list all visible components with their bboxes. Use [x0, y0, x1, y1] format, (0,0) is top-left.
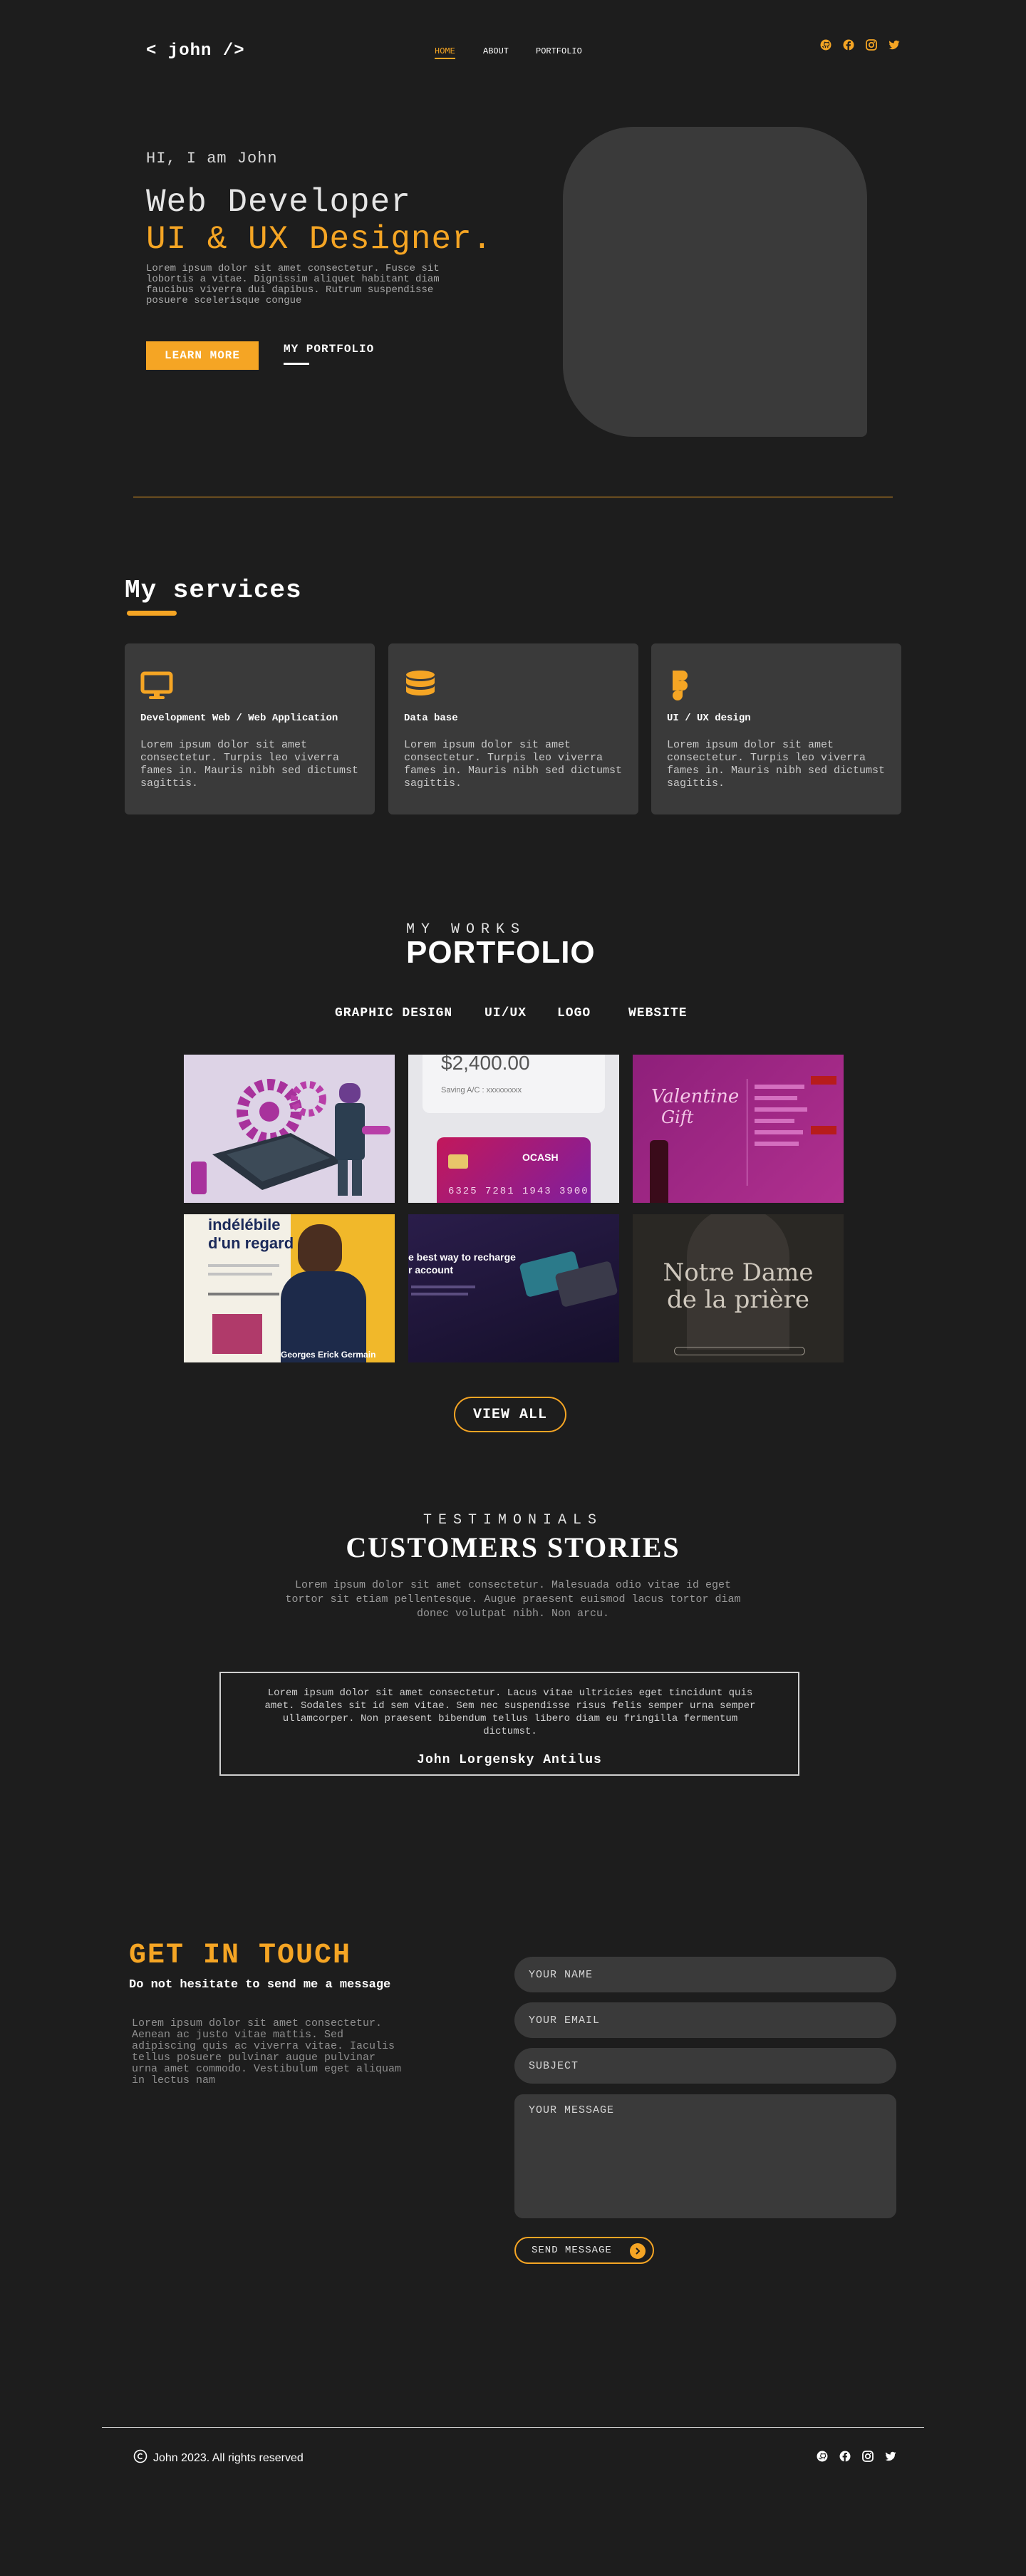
- service-card: Data base Lorem ipsum dolor sit amet con…: [388, 643, 638, 814]
- gift-title: Gift: [661, 1107, 694, 1127]
- testimonial-author: John Lorgensky Antilus: [417, 1753, 602, 1767]
- text-line: [411, 1286, 475, 1288]
- tab-ui-ux[interactable]: UI/UX: [484, 1006, 527, 1020]
- footer-copyright: John 2023. All rights reserved: [133, 2449, 304, 2467]
- card-chip: [448, 1154, 468, 1169]
- book-mini-cover: [212, 1314, 262, 1354]
- hero-image-placeholder: [563, 127, 867, 437]
- github-icon[interactable]: [819, 38, 832, 51]
- testimonial-quote: Lorem ipsum dolor sit amet consectetur. …: [264, 1687, 756, 1737]
- poster-caption-pill: [674, 1347, 805, 1355]
- service-card: UI / UX design Lorem ipsum dolor sit ame…: [651, 643, 901, 814]
- tab-graphic-design[interactable]: GRAPHIC DESIGN: [335, 1006, 452, 1020]
- learn-more-button[interactable]: LEARN MORE: [146, 341, 259, 370]
- hero-greeting: HI, I am John: [146, 150, 278, 167]
- send-message-button[interactable]: SEND MESSAGE: [514, 2237, 654, 2264]
- portfolio-item[interactable]: e best way to recharge r account: [408, 1214, 619, 1362]
- copyright-text: John 2023. All rights reserved: [153, 2451, 304, 2464]
- valentine-title: Valentine: [651, 1086, 740, 1107]
- service-title: Development Web / Web Application: [140, 713, 338, 724]
- services-title: My services: [125, 576, 302, 605]
- contact-subtitle: Do not hesitate to send me a message: [129, 1978, 391, 1992]
- service-card: Development Web / Web Application Lorem …: [125, 643, 375, 814]
- testimonials-subtitle: TESTIMONIALS: [423, 1512, 603, 1528]
- book-title-line1: indélébile: [208, 1216, 281, 1233]
- testimonial-card: Lorem ipsum dolor sit amet consectetur. …: [219, 1672, 799, 1776]
- hero-description: Lorem ipsum dolor sit amet consectetur. …: [146, 263, 440, 306]
- testimonials-intro: Lorem ipsum dolor sit amet consectetur. …: [285, 1579, 741, 1620]
- hero-role-secondary: UI & UX Designer.: [146, 221, 493, 258]
- text-line: [208, 1273, 272, 1276]
- service-text: Lorem ipsum dolor sit amet consectetur. …: [667, 739, 886, 790]
- copyright-icon: [133, 2449, 147, 2467]
- view-all-button[interactable]: VIEW ALL: [454, 1397, 566, 1432]
- subject-field[interactable]: [514, 2048, 896, 2084]
- hero-role-primary: Web Developer: [146, 184, 411, 221]
- ribbon: [811, 1126, 836, 1134]
- portfolio-title: PORTFOLIO: [406, 935, 596, 970]
- github-icon[interactable]: [816, 2450, 829, 2463]
- instagram-icon[interactable]: [861, 2450, 874, 2463]
- account-label: Saving A/C : xxxxxxxxx: [441, 1086, 522, 1095]
- facebook-icon[interactable]: [839, 2450, 851, 2463]
- footer-socials: [816, 2450, 897, 2463]
- my-portfolio-link[interactable]: MY PORTFOLIO: [284, 343, 374, 356]
- portfolio-item[interactable]: Notre Dame de la prière: [633, 1214, 844, 1362]
- service-text: Lorem ipsum dolor sit amet consectetur. …: [140, 739, 359, 790]
- send-button-label: SEND MESSAGE: [532, 2245, 612, 2256]
- contact-description: Lorem ipsum dolor sit amet consectetur. …: [132, 2017, 402, 2086]
- recharge-heading-line1: e best way to recharge: [408, 1251, 516, 1263]
- author-name: Georges Erick Germain: [281, 1350, 376, 1360]
- nav-portfolio-link[interactable]: PORTFOLIO: [536, 46, 582, 56]
- book-title-line2: d'un regard: [208, 1234, 294, 1252]
- footer-divider: [102, 2427, 924, 2428]
- monitor-icon: [140, 669, 173, 702]
- nav-about-link[interactable]: ABOUT: [483, 46, 509, 56]
- email-field[interactable]: [514, 2002, 896, 2038]
- service-title: Data base: [404, 713, 458, 724]
- poster-title-line1: Notre Dame: [663, 1258, 814, 1287]
- gears-illustration: [184, 1055, 395, 1203]
- portrait-suit: [281, 1271, 366, 1362]
- balance-amount: $2,400.00: [441, 1055, 530, 1074]
- text-line: [208, 1293, 279, 1295]
- recharge-heading-line2: r account: [408, 1264, 454, 1276]
- header-socials: [819, 38, 901, 51]
- nav-home-link[interactable]: HOME: [435, 46, 455, 59]
- portrait-head: [298, 1224, 342, 1274]
- text-line: [411, 1293, 468, 1295]
- contact-title: GET IN TOUCH: [129, 1940, 352, 1972]
- poster-title-line2: de la prière: [666, 1286, 810, 1314]
- tab-logo[interactable]: LOGO: [557, 1006, 591, 1020]
- portfolio-item[interactable]: Valentine Gift: [633, 1055, 844, 1203]
- message-field[interactable]: [514, 2094, 896, 2218]
- figma-icon: [667, 669, 700, 702]
- site-logo[interactable]: < john />: [146, 41, 245, 61]
- facebook-icon[interactable]: [842, 38, 855, 51]
- portfolio-item[interactable]: indélébile d'un regard Georges Erick Ger…: [184, 1214, 395, 1362]
- my-portfolio-underline: [284, 363, 309, 365]
- name-field[interactable]: [514, 1957, 896, 1992]
- testimonials-title: CUSTOMERS STORIES: [346, 1531, 680, 1563]
- chevron-right-icon: [630, 2243, 646, 2259]
- ribbon: [811, 1076, 836, 1085]
- services-title-underline: [127, 611, 177, 616]
- wine-bottle: [650, 1140, 668, 1203]
- card-number: 6325 7281 1943 3900: [448, 1186, 589, 1197]
- text-line: [208, 1264, 279, 1267]
- twitter-icon[interactable]: [884, 2450, 897, 2463]
- twitter-icon[interactable]: [888, 38, 901, 51]
- database-icon: [404, 669, 437, 702]
- portfolio-item[interactable]: $2,400.00 Saving A/C : xxxxxxxxx OCASH 6…: [408, 1055, 619, 1203]
- portfolio-item[interactable]: [184, 1055, 395, 1203]
- tab-website[interactable]: WEBSITE: [628, 1006, 688, 1020]
- service-text: Lorem ipsum dolor sit amet consectetur. …: [404, 739, 623, 790]
- service-title: UI / UX design: [667, 713, 751, 724]
- instagram-icon[interactable]: [865, 38, 878, 51]
- bank-card: OCASH 6325 7281 1943 3900: [437, 1137, 591, 1203]
- card-brand: OCASH: [522, 1152, 559, 1163]
